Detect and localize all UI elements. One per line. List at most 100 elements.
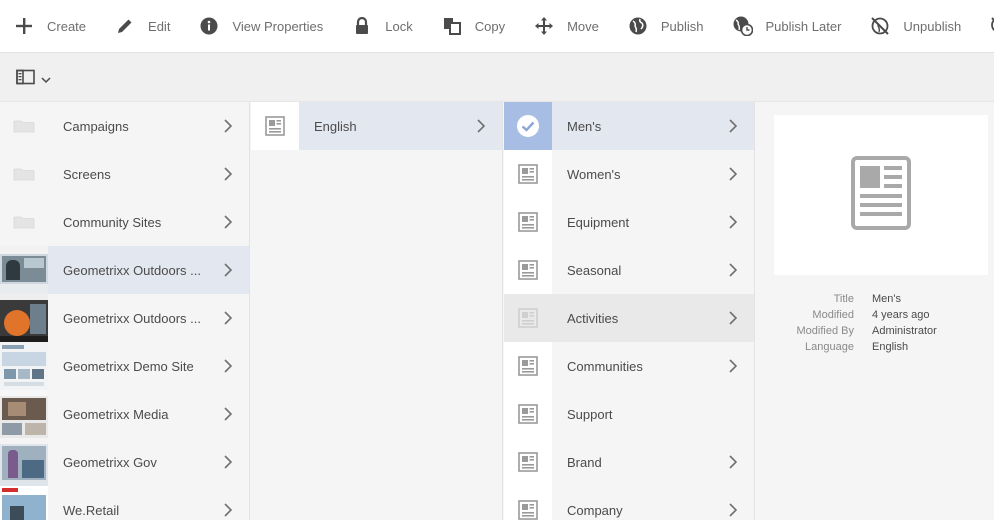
list-item[interactable]: Support — [504, 390, 754, 438]
property-value: Administrator — [872, 325, 937, 337]
list-item[interactable]: Geometrixx Outdoors ... — [0, 294, 249, 342]
chevron-right-icon[interactable] — [718, 215, 748, 229]
property-row: Title Men's — [756, 291, 994, 307]
site-thumbnail — [0, 486, 48, 520]
site-thumbnail — [0, 294, 48, 342]
item-label: Campaigns — [63, 118, 129, 134]
plus-icon — [14, 16, 34, 36]
list-item[interactable]: Geometrixx Gov — [0, 438, 249, 486]
list-item[interactable]: Activities — [504, 294, 754, 342]
rail-toggle-button[interactable] — [16, 69, 51, 90]
list-item[interactable]: Communities — [504, 342, 754, 390]
publish-button[interactable]: Publish — [614, 0, 719, 52]
chevron-right-icon[interactable] — [213, 311, 243, 325]
property-key: Modified — [812, 309, 854, 321]
chevron-right-icon[interactable] — [213, 119, 243, 133]
property-value: English — [872, 341, 909, 353]
view-properties-button[interactable]: View Properties — [185, 0, 338, 52]
publish-later-label: Publish Later — [765, 18, 842, 34]
item-label: Men's — [567, 118, 602, 134]
list-item[interactable]: Seasonal — [504, 246, 754, 294]
copy-icon — [442, 16, 462, 36]
globe-icon — [628, 16, 648, 36]
unpublish-button[interactable]: Unpublish — [856, 0, 976, 52]
checkmark-icon[interactable] — [504, 102, 552, 150]
chevron-right-icon[interactable] — [213, 455, 243, 469]
list-item[interactable]: Community Sites — [0, 198, 249, 246]
page-icon — [504, 150, 552, 198]
item-label: Women's — [567, 166, 621, 182]
property-key: Title — [833, 293, 854, 305]
page-icon — [504, 390, 552, 438]
item-label: Geometrixx Gov — [63, 454, 157, 470]
chevron-down-icon — [41, 71, 51, 89]
action-toolbar: Create Edit View Properties Lock Copy Mo… — [0, 0, 994, 53]
column-sites: Campaigns Screens Community Sites Geomet… — [0, 102, 250, 520]
chevron-right-icon[interactable] — [213, 215, 243, 229]
item-label: Screens — [63, 166, 111, 182]
edit-label: Edit — [148, 18, 171, 34]
chevron-right-icon[interactable] — [213, 359, 243, 373]
list-item[interactable]: Screens — [0, 150, 249, 198]
item-label: Company — [567, 502, 623, 518]
chevron-right-icon[interactable] — [718, 503, 748, 517]
move-icon — [534, 16, 554, 36]
chevron-right-icon[interactable] — [213, 503, 243, 517]
page-icon — [251, 102, 299, 150]
copy-button[interactable]: Copy — [428, 0, 520, 52]
preview-panel: Title Men's Modified 4 years ago Modifie… — [756, 102, 994, 520]
list-item[interactable]: Campaigns — [0, 102, 249, 150]
chevron-right-icon[interactable] — [213, 263, 243, 277]
publish-label: Publish — [660, 18, 704, 34]
unpublish-later-button[interactable]: U — [976, 0, 994, 52]
property-row: Language English — [756, 339, 994, 355]
list-item[interactable]: Geometrixx Demo Site — [0, 342, 249, 390]
item-label: Geometrixx Demo Site — [63, 358, 194, 374]
page-icon — [504, 438, 552, 486]
publish-later-button[interactable]: Publish Later — [719, 0, 857, 52]
create-button[interactable]: Create — [0, 0, 101, 52]
chevron-right-icon[interactable] — [718, 455, 748, 469]
item-label: Communities — [567, 358, 643, 374]
page-icon — [504, 342, 552, 390]
globe-off-clock-icon — [990, 16, 994, 36]
property-value: 4 years ago — [872, 309, 930, 321]
list-item[interactable]: Men's — [504, 102, 754, 150]
pencil-icon — [115, 16, 135, 36]
list-item[interactable]: Company — [504, 486, 754, 520]
list-item[interactable]: Equipment — [504, 198, 754, 246]
page-icon — [504, 294, 552, 342]
chevron-right-icon[interactable] — [718, 263, 748, 277]
chevron-right-icon[interactable] — [213, 167, 243, 181]
page-icon — [851, 155, 911, 235]
folder-icon — [0, 150, 48, 198]
chevron-right-icon[interactable] — [718, 359, 748, 373]
move-button[interactable]: Move — [520, 0, 614, 52]
page-icon — [504, 246, 552, 294]
chevron-right-icon[interactable] — [466, 119, 496, 133]
list-item[interactable]: Geometrixx Outdoors ... — [0, 246, 249, 294]
list-item[interactable]: Women's — [504, 150, 754, 198]
lock-button[interactable]: Lock — [338, 0, 427, 52]
sidebar-panel-icon — [16, 69, 36, 90]
copy-label: Copy — [474, 18, 506, 34]
secondary-toolbar — [0, 53, 994, 102]
property-row: Modified 4 years ago — [756, 307, 994, 323]
item-label: Geometrixx Media — [63, 406, 169, 422]
column-pages: Men's Women's Equipment Seasonal Activit… — [504, 102, 755, 520]
item-label: Community Sites — [63, 214, 162, 230]
edit-button[interactable]: Edit — [101, 0, 185, 52]
globe-clock-icon — [733, 16, 753, 36]
chevron-right-icon[interactable] — [718, 119, 748, 133]
chevron-right-icon[interactable] — [213, 407, 243, 421]
unpublish-label: Unpublish — [903, 18, 962, 34]
lock-icon — [352, 16, 372, 36]
list-item[interactable]: We.Retail — [0, 486, 249, 520]
chevron-right-icon[interactable] — [718, 167, 748, 181]
site-thumbnail — [0, 342, 48, 390]
chevron-right-icon[interactable] — [718, 311, 748, 325]
item-label: Geometrixx Outdoors ... — [63, 310, 201, 326]
list-item[interactable]: Geometrixx Media — [0, 390, 249, 438]
list-item[interactable]: Brand — [504, 438, 754, 486]
list-item[interactable]: English — [251, 102, 502, 150]
